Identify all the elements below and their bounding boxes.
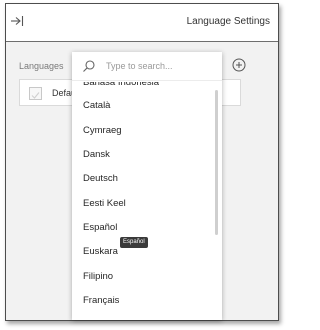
- language-checkbox[interactable]: [29, 87, 42, 100]
- language-dropdown: Bahasa Indonesia Català Cymraeg Dansk De…: [72, 52, 222, 320]
- option-filipino[interactable]: Filipino: [83, 271, 113, 287]
- option-euskara[interactable]: Euskara: [83, 246, 118, 262]
- option-eesti-keel[interactable]: Eesti Keel: [83, 198, 126, 214]
- page-title: Language Settings: [186, 16, 270, 27]
- add-circle-icon[interactable]: [232, 58, 246, 72]
- option-francais[interactable]: Français: [83, 295, 119, 311]
- search-input[interactable]: [106, 58, 212, 74]
- search-bar: [72, 52, 222, 81]
- collapse-panel-icon[interactable]: [10, 14, 24, 28]
- language-options-list: Bahasa Indonesia Català Cymraeg Dansk De…: [72, 80, 222, 320]
- dropdown-scrollbar[interactable]: [215, 90, 218, 235]
- option-dansk[interactable]: Dansk: [83, 149, 110, 165]
- checkmark-icon: [31, 92, 40, 99]
- option-catala[interactable]: Català: [83, 100, 110, 116]
- option-espanol[interactable]: Español: [83, 222, 117, 238]
- search-icon: [83, 60, 95, 72]
- option-deutsch[interactable]: Deutsch: [83, 173, 118, 189]
- languages-label: Languages: [19, 61, 64, 71]
- option-cymraeg[interactable]: Cymraeg: [83, 125, 122, 141]
- option-tooltip: Español: [120, 237, 148, 248]
- header-bar: Language Settings: [6, 4, 278, 42]
